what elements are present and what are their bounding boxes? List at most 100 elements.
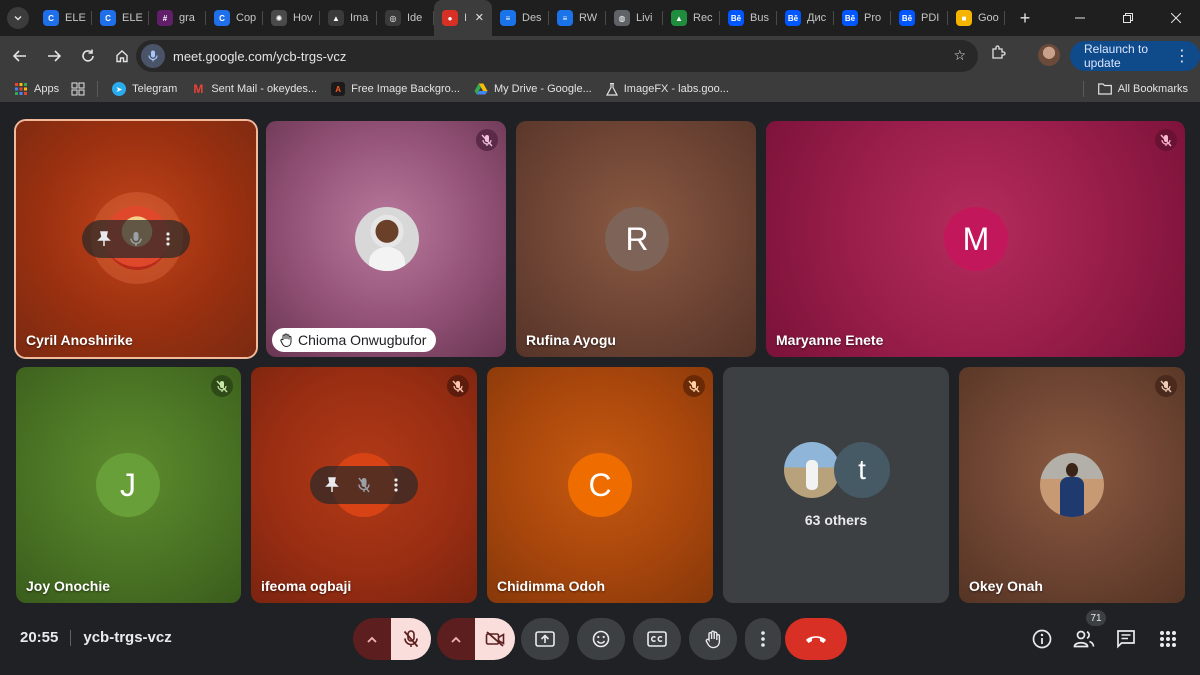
browser-tab[interactable]: Bē PDI [891, 0, 948, 36]
more-options-button[interactable] [745, 618, 781, 660]
tab-favicon-icon: Bē [728, 10, 744, 26]
close-tab-icon[interactable]: ✕ [475, 11, 484, 24]
browser-tab[interactable]: Bē Bus [720, 0, 777, 36]
tab-favicon-icon: C [100, 10, 116, 26]
browser-tab[interactable]: ✺ Hov [263, 0, 320, 36]
browser-tab[interactable]: ◎ Ide [377, 0, 434, 36]
participant-tile-okey[interactable]: Okey Onah [959, 367, 1185, 603]
toggle-camera-button[interactable] [475, 618, 515, 660]
address-bar[interactable]: meet.google.com/ycb-trgs-vcz ☆ [136, 40, 978, 72]
bookmark-apps[interactable]: Apps [14, 82, 59, 96]
browser-tab[interactable]: ● I ✕ [434, 0, 492, 36]
site-info-button[interactable] [141, 44, 165, 68]
mute-participant-button[interactable] [349, 477, 379, 493]
raise-hand-button[interactable] [689, 618, 737, 660]
participant-tile-maryanne[interactable]: M Maryanne Enete [766, 121, 1185, 357]
browser-tab[interactable]: C ELE [35, 0, 92, 36]
browser-tab[interactable]: ■ Goo [948, 0, 1005, 36]
bookmark-gmail[interactable]: M Sent Mail - okeydes... [191, 82, 317, 96]
window-controls [1056, 0, 1200, 36]
bookmark-separator [1082, 81, 1084, 97]
people-button[interactable] [1071, 626, 1097, 652]
pin-button[interactable] [317, 477, 347, 493]
participant-tile-rufina[interactable]: R Rufina Ayogu [516, 121, 756, 357]
home-icon [116, 50, 128, 63]
bookmark-telegram[interactable]: ➤ Telegram [112, 82, 177, 96]
more-vert-icon [761, 631, 765, 647]
minimize-button[interactable] [1056, 0, 1104, 36]
toggle-microphone-button[interactable] [391, 618, 431, 660]
browser-tab[interactable]: ▲ Rec [663, 0, 720, 36]
muted-indicator [211, 375, 233, 397]
reactions-button[interactable] [577, 618, 625, 660]
bookmark-adobe[interactable]: A Free Image Backgro... [331, 82, 460, 96]
meeting-time: 20:55 [20, 629, 59, 646]
chat-button[interactable] [1113, 626, 1139, 652]
bookmark-imagefx[interactable]: ImageFX - labs.goo... [605, 82, 729, 96]
browser-tab[interactable]: # gra [149, 0, 206, 36]
browser-menu-icon[interactable]: ⋮ [1174, 46, 1190, 66]
bookmark-drive[interactable]: My Drive - Google... [474, 83, 592, 95]
participant-tile-cyril[interactable]: Cyril Anoshirike [16, 121, 256, 357]
bookmark-star-icon[interactable]: ☆ [953, 47, 966, 64]
participant-name: Rufina Ayogu [526, 332, 616, 348]
people-icon [1073, 630, 1095, 648]
participant-photo [355, 207, 419, 271]
tab-favicon-icon: ≡ [557, 10, 573, 26]
meeting-details-button[interactable] [1029, 626, 1055, 652]
new-tab-button[interactable]: + [1011, 4, 1039, 32]
reload-button[interactable] [72, 40, 104, 72]
microphone-icon [130, 232, 142, 246]
tab-title: Cop [236, 12, 257, 24]
participant-tile-chioma[interactable]: Chioma Onwugbufor [266, 121, 506, 357]
captions-button[interactable] [633, 618, 681, 660]
muted-indicator [447, 375, 469, 397]
home-button[interactable] [106, 40, 138, 72]
participant-photo [1040, 453, 1104, 517]
browser-tab[interactable]: C ELE [92, 0, 149, 36]
tab-search-button[interactable] [7, 7, 29, 29]
extensions-icon[interactable] [990, 44, 1006, 65]
forward-button[interactable] [38, 40, 70, 72]
audio-settings-button[interactable] [353, 618, 391, 660]
video-settings-button[interactable] [437, 618, 475, 660]
participant-tile-chidimma[interactable]: C Chidimma Odoh [487, 367, 713, 603]
more-options-button[interactable] [381, 478, 411, 492]
more-vert-icon [166, 232, 170, 246]
activities-button[interactable] [1155, 626, 1181, 652]
browser-tab[interactable]: ≡ Des [492, 0, 549, 36]
participant-tile-joy[interactable]: J Joy Onochie [16, 367, 241, 603]
participant-tile-ifeoma[interactable]: ifeoma ogbaji [251, 367, 477, 603]
more-options-button[interactable] [153, 232, 183, 246]
back-button[interactable] [4, 40, 36, 72]
browser-tab[interactable]: C Cop [206, 0, 263, 36]
close-window-button[interactable] [1152, 0, 1200, 36]
mute-participant-button[interactable] [121, 231, 151, 247]
browser-tab[interactable]: Bē Pro [834, 0, 891, 36]
present-screen-button[interactable] [521, 618, 569, 660]
tab-favicon-icon: ✺ [271, 10, 287, 26]
profile-avatar[interactable] [1038, 44, 1060, 66]
participant-tile-others[interactable]: t 63 others [723, 367, 949, 603]
closed-caption-icon [647, 631, 667, 647]
browser-tab[interactable]: ◍ Livi [606, 0, 663, 36]
url-text[interactable]: meet.google.com/ycb-trgs-vcz [173, 49, 346, 64]
mic-off-icon [688, 380, 700, 392]
tab-groups-button[interactable] [71, 82, 85, 96]
leave-call-button[interactable] [785, 618, 847, 660]
mic-off-icon [1160, 380, 1172, 392]
bookmark-label: My Drive - Google... [493, 83, 592, 95]
adobe-icon: A [331, 82, 346, 96]
restore-button[interactable] [1104, 0, 1152, 36]
pin-button[interactable] [89, 231, 119, 247]
apps-grid-icon [1160, 631, 1176, 647]
browser-tab[interactable]: Bē Дис [777, 0, 834, 36]
tab-favicon-icon: ≡ [500, 10, 516, 26]
all-bookmarks-button[interactable]: All Bookmarks [1082, 81, 1188, 97]
browser-tab[interactable]: ≡ RW [549, 0, 606, 36]
mic-off-icon [1160, 134, 1172, 146]
reload-icon [82, 49, 94, 62]
browser-tab[interactable]: ▲ Ima [320, 0, 377, 36]
all-bookmarks-label: All Bookmarks [1117, 83, 1188, 95]
drive-icon [474, 83, 488, 95]
